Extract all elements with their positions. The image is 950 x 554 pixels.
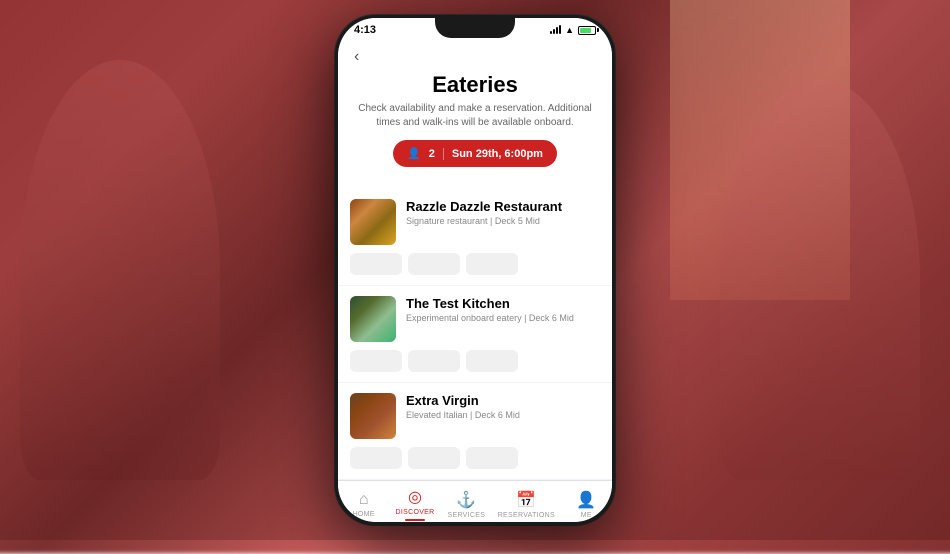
restaurant-info: Razzle Dazzle Restaurant Signature resta… [406, 199, 600, 245]
nav-item-services[interactable]: ⚓ Services [446, 490, 486, 519]
restaurant-card-extra-virgin[interactable]: Extra Virgin Elevated Italian | Deck 6 M… [338, 383, 612, 479]
status-time: 4:13 [354, 24, 376, 36]
guests-count: 2 [429, 148, 435, 160]
wifi-icon: ▲ [565, 25, 574, 35]
restaurant-header: The Test Kitchen Experimental onboard ea… [350, 296, 600, 342]
nav-label-reservations: Reservations [498, 512, 555, 519]
restaurant-description: Elevated Italian | Deck 6 Mid [406, 410, 600, 422]
pill-divider [443, 148, 444, 160]
bg-person-right [720, 80, 920, 480]
back-button[interactable]: ‹ [354, 48, 596, 66]
time-slot-3[interactable] [466, 447, 518, 469]
time-slot-1[interactable] [350, 447, 402, 469]
me-icon: 👤 [576, 490, 596, 510]
signal-icon [550, 26, 561, 34]
home-icon: ⌂ [359, 491, 369, 509]
app-content: ‹ Eateries Check availability and make a… [338, 40, 612, 522]
restaurant-name: The Test Kitchen [406, 296, 600, 311]
nav-label-services: Services [448, 512, 486, 519]
restaurant-header: Extra Virgin Elevated Italian | Deck 6 M… [350, 393, 600, 439]
restaurant-description: Signature restaurant | Deck 5 Mid [406, 216, 600, 228]
discover-icon: ◎ [408, 487, 422, 507]
nav-item-home[interactable]: ⌂ Home [344, 491, 384, 518]
phone-notch [435, 18, 515, 38]
nav-label-discover: Discover [396, 509, 435, 516]
time-slot-3[interactable] [466, 350, 518, 372]
nav-label-me: Me [581, 512, 592, 519]
services-icon: ⚓ [456, 490, 476, 510]
nav-label-home: Home [353, 511, 375, 518]
time-slot-2[interactable] [408, 447, 460, 469]
nav-item-discover[interactable]: ◎ Discover [395, 487, 435, 521]
page-title: Eateries [354, 72, 596, 98]
time-slot-1[interactable] [350, 350, 402, 372]
guests-icon: 👤 [407, 147, 421, 160]
restaurant-list: Razzle Dazzle Restaurant Signature resta… [338, 189, 612, 480]
app-header: ‹ Eateries Check availability and make a… [338, 40, 612, 189]
restaurant-card-razzle-dazzle[interactable]: Razzle Dazzle Restaurant Signature resta… [338, 189, 612, 285]
restaurant-name: Razzle Dazzle Restaurant [406, 199, 600, 214]
bottom-navigation: ⌂ Home ◎ Discover ⚓ Services 📅 Reser [338, 480, 612, 522]
time-slots-razzle [350, 253, 600, 275]
restaurant-header: Razzle Dazzle Restaurant Signature resta… [350, 199, 600, 245]
page-subtitle: Check availability and make a reservatio… [354, 102, 596, 130]
time-slot-2[interactable] [408, 253, 460, 275]
battery-fill [580, 28, 591, 33]
restaurant-thumbnail-virgin [350, 393, 396, 439]
restaurant-info: Extra Virgin Elevated Italian | Deck 6 M… [406, 393, 600, 439]
restaurant-card-test-kitchen[interactable]: The Test Kitchen Experimental onboard ea… [338, 286, 612, 382]
phone-container: 4:13 ▲ ‹ [335, 15, 615, 525]
restaurant-thumbnail-kitchen [350, 296, 396, 342]
phone-frame: 4:13 ▲ ‹ [335, 15, 615, 525]
time-slots-virgin [350, 447, 600, 469]
restaurant-thumbnail-razzle [350, 199, 396, 245]
restaurant-description: Experimental onboard eatery | Deck 6 Mid [406, 313, 600, 325]
restaurant-name: Extra Virgin [406, 393, 600, 408]
time-slot-2[interactable] [408, 350, 460, 372]
nav-item-reservations[interactable]: 📅 Reservations [498, 490, 555, 519]
reservations-icon: 📅 [516, 490, 536, 510]
time-slots-kitchen [350, 350, 600, 372]
bg-person-left [20, 60, 220, 480]
battery-icon [578, 26, 596, 35]
nav-active-indicator [405, 519, 425, 521]
reservation-pill[interactable]: 👤 2 Sun 29th, 6:00pm [393, 140, 557, 167]
status-icons: ▲ [550, 25, 596, 35]
restaurant-info: The Test Kitchen Experimental onboard ea… [406, 296, 600, 342]
reservation-datetime: Sun 29th, 6:00pm [452, 148, 543, 160]
time-slot-3[interactable] [466, 253, 518, 275]
nav-item-me[interactable]: 👤 Me [566, 490, 606, 519]
phone-screen: 4:13 ▲ ‹ [338, 18, 612, 522]
time-slot-1[interactable] [350, 253, 402, 275]
